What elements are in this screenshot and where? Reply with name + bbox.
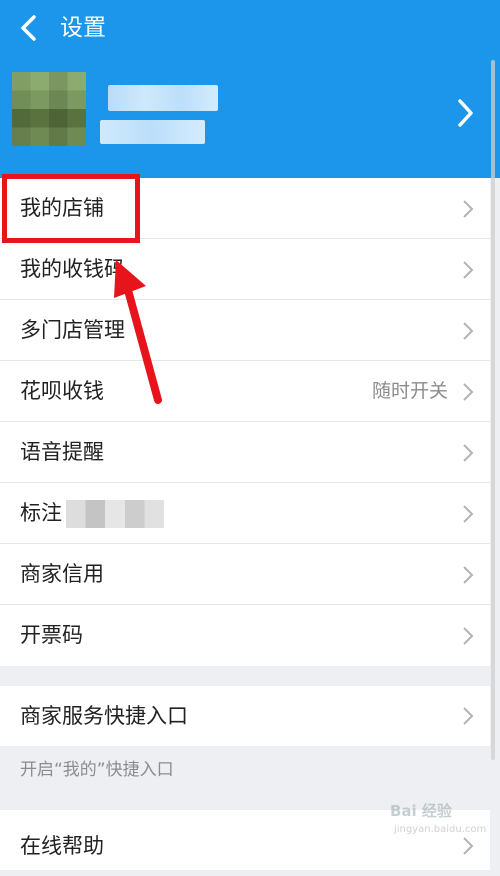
chevron-left-icon bbox=[21, 15, 36, 41]
chevron-right-icon bbox=[463, 707, 474, 725]
profile-entry-button[interactable] bbox=[452, 96, 478, 130]
chevron-right-icon bbox=[463, 444, 474, 462]
menu-item-multi-store[interactable]: 多门店管理 bbox=[0, 300, 490, 361]
menu-item-voice-alert[interactable]: 语音提醒 bbox=[0, 422, 490, 483]
menu-item-merchant-credit[interactable]: 商家信用 bbox=[0, 544, 490, 605]
header-bar: 设置 bbox=[0, 0, 500, 178]
chevron-right-icon bbox=[463, 383, 474, 401]
chevron-right-icon bbox=[463, 627, 474, 645]
menu-item-tag[interactable]: 标注 bbox=[0, 483, 490, 544]
chevron-right-icon bbox=[458, 99, 473, 127]
menu-item-label: 标注 bbox=[20, 501, 62, 525]
menu-item-label: 商家服务快捷入口 bbox=[20, 704, 188, 728]
highlight-annotation-box bbox=[2, 174, 140, 243]
chevron-right-icon bbox=[463, 200, 474, 218]
chevron-right-icon bbox=[463, 261, 474, 279]
menu-item-label: 开票码 bbox=[20, 623, 83, 647]
shortcut-hint: 开启“我的”快捷入口 bbox=[20, 760, 174, 780]
menu-item-label: 语音提醒 bbox=[20, 440, 104, 464]
chevron-right-icon bbox=[463, 505, 474, 523]
arrow-annotation-icon bbox=[114, 260, 162, 404]
menu-item-label: 在线帮助 bbox=[20, 834, 104, 858]
chevron-right-icon bbox=[463, 566, 474, 584]
menu-item-label: 商家信用 bbox=[20, 562, 104, 586]
watermark-url: jingyan.baidu.com bbox=[394, 824, 487, 835]
scrollbar[interactable] bbox=[491, 60, 495, 760]
profile-name-redacted bbox=[108, 85, 218, 111]
page-title: 设置 bbox=[60, 15, 106, 41]
menu-item-label: 花呗收钱 bbox=[20, 379, 104, 403]
menu-item-payment-code[interactable]: 我的收钱码 bbox=[0, 239, 490, 300]
shortcut-section: 商家服务快捷入口 bbox=[0, 686, 490, 746]
settings-menu: 我的店铺 我的收钱码 多门店管理 花呗收钱 随时开关 语音提醒 标注 商家信用 … bbox=[0, 178, 490, 666]
menu-item-value: 随时开关 bbox=[371, 380, 448, 402]
profile-account-redacted bbox=[100, 120, 205, 144]
avatar[interactable] bbox=[12, 72, 86, 146]
back-button[interactable] bbox=[14, 10, 54, 46]
redacted-text bbox=[66, 500, 164, 528]
watermark: Bai 经验 jingyan.baidu.com bbox=[382, 794, 497, 844]
watermark-brand: Bai 经验 bbox=[390, 802, 452, 820]
chevron-right-icon bbox=[463, 322, 474, 340]
menu-item-invoice-code[interactable]: 开票码 bbox=[0, 605, 490, 666]
menu-item-huabei[interactable]: 花呗收钱 随时开关 bbox=[0, 361, 490, 422]
menu-item-service-shortcut[interactable]: 商家服务快捷入口 bbox=[0, 686, 490, 746]
